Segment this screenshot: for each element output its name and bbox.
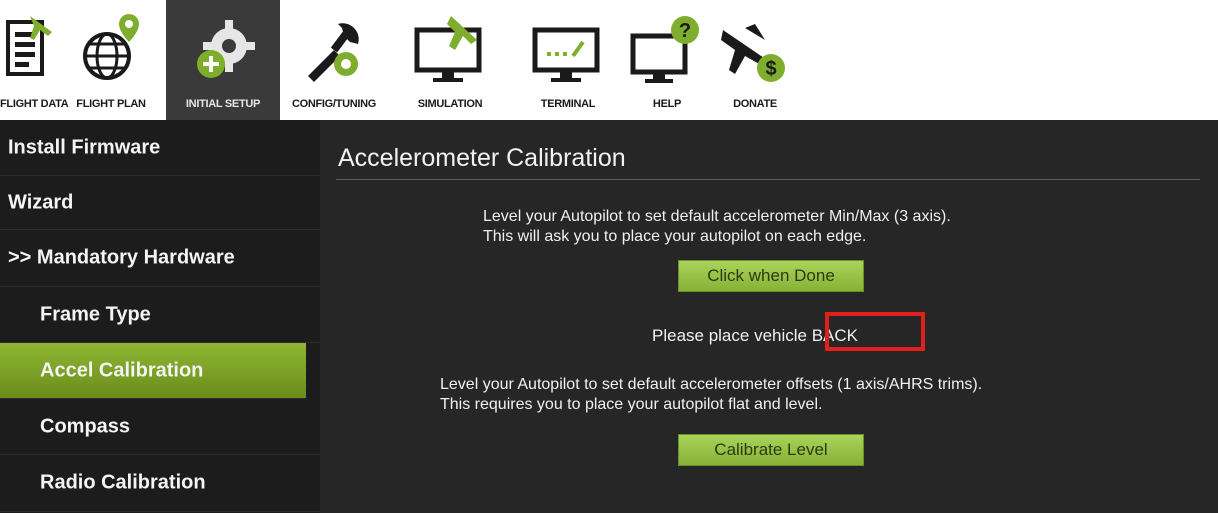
simulation-icon xyxy=(388,6,512,94)
level-instructions-line1: Level your Autopilot to set default acce… xyxy=(440,376,983,393)
calibrate-level-button[interactable]: Calibrate Level xyxy=(678,434,864,466)
config-tuning-icon xyxy=(280,6,388,94)
accel-instructions-line1: Level your Autopilot to set default acce… xyxy=(483,208,951,225)
help-icon: ? xyxy=(624,6,710,94)
level-instructions-line2: This requires you to place your autopilo… xyxy=(440,396,823,413)
sidebar-item-accel-calibration[interactable]: Accel Calibration xyxy=(0,343,320,399)
toolbar-terminal[interactable]: TERMINAL xyxy=(512,0,624,120)
flight-data-icon xyxy=(0,6,56,94)
toolbar-flight-data[interactable]: FLIGHT DATA xyxy=(0,0,69,120)
sidebar-item-label: Accel Calibration xyxy=(40,359,204,381)
toolbar-label: HELP xyxy=(652,98,682,110)
main-panel: Accelerometer Calibration Level your Aut… xyxy=(320,120,1218,513)
sidebar-item-compass[interactable]: Compass xyxy=(0,399,320,455)
toolbar-label: INITIAL SETUP xyxy=(185,98,261,110)
toolbar-label: TERMINAL xyxy=(540,98,596,110)
toolbar-label: SIMULATION xyxy=(417,98,483,110)
highlight-annotation-box xyxy=(825,312,925,351)
sidebar-item-label: Compass xyxy=(40,415,131,437)
sidebar-item-label: Wizard xyxy=(8,191,74,213)
sidebar-item-install-firmware[interactable]: Install Firmware xyxy=(0,120,320,176)
page-title: Accelerometer Calibration xyxy=(338,144,626,172)
terminal-icon xyxy=(512,6,624,94)
toolbar-initial-setup[interactable]: INITIAL SETUP xyxy=(166,0,280,120)
toolbar-label: DONATE xyxy=(733,98,777,110)
svg-text:$: $ xyxy=(765,58,776,80)
toolbar-label: CONFIG/TUNING xyxy=(291,98,377,110)
top-toolbar: FLIGHT DATA FLIGHT PLAN INITIAL SETUP CO… xyxy=(0,0,1218,120)
toolbar-label: FLIGHT PLAN xyxy=(76,98,146,110)
accel-instructions-line2: This will ask you to place your autopilo… xyxy=(483,228,867,245)
sidebar-item-label: Frame Type xyxy=(40,303,151,325)
sidebar-item-wizard[interactable]: Wizard xyxy=(0,176,320,230)
sidebar-item-frame-type[interactable]: Frame Type xyxy=(0,287,320,343)
donate-icon: $ xyxy=(710,6,800,94)
title-divider xyxy=(336,179,1200,180)
sidebar-item-label: Radio Calibration xyxy=(40,471,206,494)
sidebar-item-label: Install Firmware xyxy=(8,136,161,158)
toolbar-label: FLIGHT DATA xyxy=(0,98,69,110)
sidebar-item-radio-calibration[interactable]: Radio Calibration xyxy=(0,455,320,512)
initial-setup-icon xyxy=(166,6,280,94)
sidebar-item-label: >> Mandatory Hardware xyxy=(8,246,235,269)
toolbar-flight-plan[interactable]: FLIGHT PLAN xyxy=(56,0,166,120)
svg-text:?: ? xyxy=(679,20,691,42)
click-when-done-button[interactable]: Click when Done xyxy=(678,260,864,292)
toolbar-donate[interactable]: $ DONATE xyxy=(710,0,800,120)
sidebar-item-mandatory-hardware[interactable]: >> Mandatory Hardware xyxy=(0,230,320,287)
toolbar-simulation[interactable]: SIMULATION xyxy=(388,0,512,120)
toolbar-config-tuning[interactable]: CONFIG/TUNING xyxy=(280,0,388,120)
setup-sidebar: Install Firmware Wizard >> Mandatory Har… xyxy=(0,120,320,513)
flight-plan-icon xyxy=(56,6,166,94)
toolbar-help[interactable]: ? HELP xyxy=(624,0,710,120)
